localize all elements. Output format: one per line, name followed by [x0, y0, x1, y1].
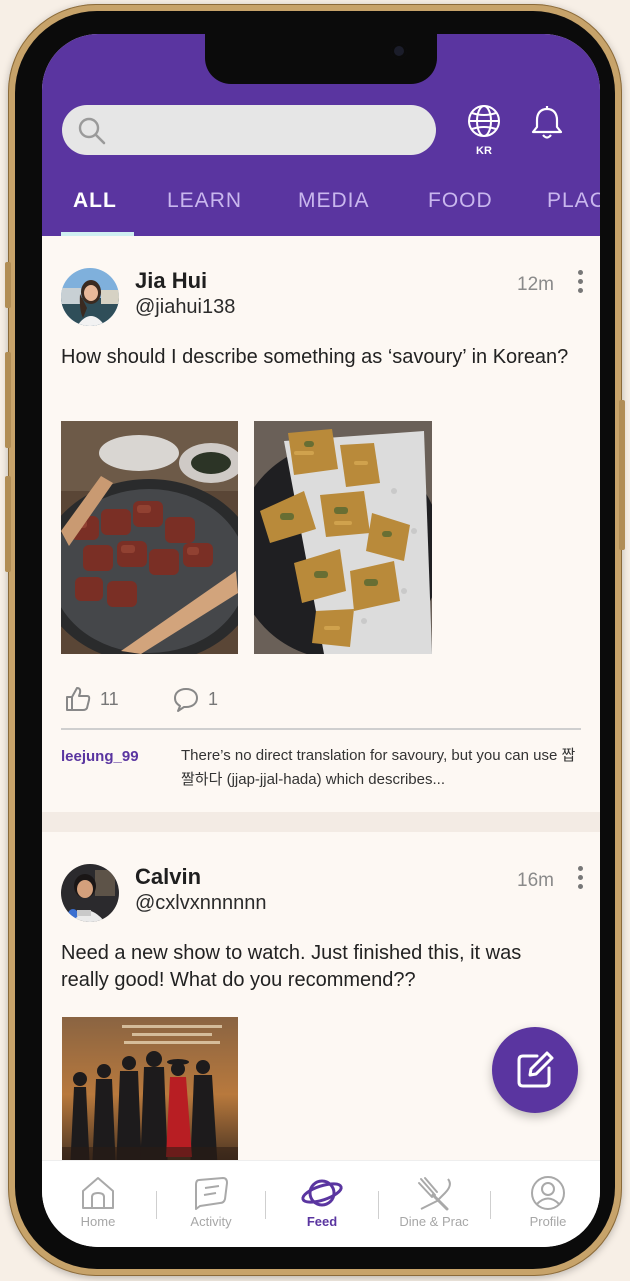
nav-label: Home	[80, 1214, 116, 1229]
home-icon	[82, 1177, 114, 1209]
nav-separator	[265, 1191, 266, 1219]
nav-separator	[490, 1191, 491, 1219]
tab-all[interactable]: ALL	[73, 189, 117, 213]
nav-separator	[378, 1191, 379, 1219]
post-image[interactable]	[254, 421, 432, 654]
thumbs-up-icon	[66, 687, 91, 711]
nav-separator	[156, 1191, 157, 1219]
power-button	[619, 400, 625, 550]
post-author-name[interactable]: Jia Hui	[135, 268, 207, 294]
edit-icon	[517, 1051, 554, 1088]
nav-label: Feed	[306, 1214, 338, 1229]
volume-up-button	[5, 352, 11, 448]
feed-post[interactable]: Calvin @cxlvxnnnnnn 16m Need a new show …	[42, 832, 600, 1172]
mute-switch	[5, 262, 11, 308]
post-text: Need a new show to watch. Just finished …	[61, 942, 522, 991]
fork-knife-icon	[418, 1177, 451, 1211]
like-button[interactable]: 11	[64, 685, 119, 713]
camera	[391, 43, 407, 59]
search-bar[interactable]	[62, 105, 436, 155]
nav-dine-prac[interactable]: Dine & Prac	[384, 1175, 484, 1229]
tab-media[interactable]: MEDIA	[298, 189, 370, 213]
more-options-icon[interactable]	[576, 866, 584, 893]
globe-icon	[468, 105, 500, 137]
post-image[interactable]	[62, 1017, 238, 1172]
nav-label: Dine & Prac	[399, 1214, 469, 1229]
language-label: KR	[476, 145, 492, 157]
notch	[205, 34, 437, 84]
profile-icon	[531, 1176, 565, 1210]
language-button[interactable]: KR	[467, 104, 501, 158]
post-separator	[42, 812, 600, 832]
nav-activity[interactable]: Activity	[161, 1175, 261, 1229]
tab-places[interactable]: PLAC	[547, 189, 600, 213]
category-tabs: ALL LEARN MEDIA FOOD PLAC	[42, 185, 600, 236]
comment-divider	[61, 728, 581, 730]
more-options-icon[interactable]	[576, 270, 584, 297]
post-timestamp: 16m	[517, 870, 554, 891]
avatar[interactable]	[61, 268, 119, 326]
bell-icon[interactable]	[530, 105, 564, 141]
search-icon	[78, 117, 106, 145]
activity-icon	[195, 1177, 228, 1210]
compose-button[interactable]	[492, 1027, 578, 1113]
post-image[interactable]	[61, 421, 238, 654]
app-header: KR ALL LEARN MEDIA FOOD PLAC	[42, 34, 600, 236]
planet-icon	[301, 1179, 343, 1207]
comment-icon	[174, 688, 198, 712]
comment-count: 1	[208, 688, 219, 709]
nav-label: Profile	[529, 1214, 567, 1229]
tab-food[interactable]: FOOD	[428, 189, 493, 213]
reply-preview[interactable]: There’s no direct translation for savour…	[181, 744, 579, 792]
post-author-handle: @cxlvxnnnnnn	[135, 892, 267, 914]
post-author-name[interactable]: Calvin	[135, 864, 201, 890]
search-input[interactable]	[116, 115, 420, 147]
avatar[interactable]	[61, 864, 119, 922]
nav-profile[interactable]: Profile	[498, 1175, 598, 1229]
nav-feed[interactable]: Feed	[272, 1175, 372, 1229]
like-count: 11	[100, 688, 119, 709]
post-timestamp: 12m	[517, 274, 554, 295]
volume-down-button	[5, 476, 11, 572]
bottom-nav: Home Activity Feed Dine & Prac Profile	[42, 1160, 600, 1247]
reply-username[interactable]: leejung_99	[61, 748, 139, 765]
comment-button[interactable]: 1	[172, 685, 218, 713]
post-author-handle: @jiahui138	[135, 296, 236, 318]
tab-learn[interactable]: LEARN	[167, 189, 242, 213]
post-text: How should I describe something as ‘savo…	[61, 346, 569, 368]
app-screen: KR ALL LEARN MEDIA FOOD PLAC Jia Hui @ji…	[42, 34, 600, 1247]
nav-label: Activity	[190, 1214, 232, 1229]
nav-home[interactable]: Home	[48, 1175, 148, 1229]
feed-post[interactable]: Jia Hui @jiahui138 12m How should I desc…	[42, 236, 600, 812]
